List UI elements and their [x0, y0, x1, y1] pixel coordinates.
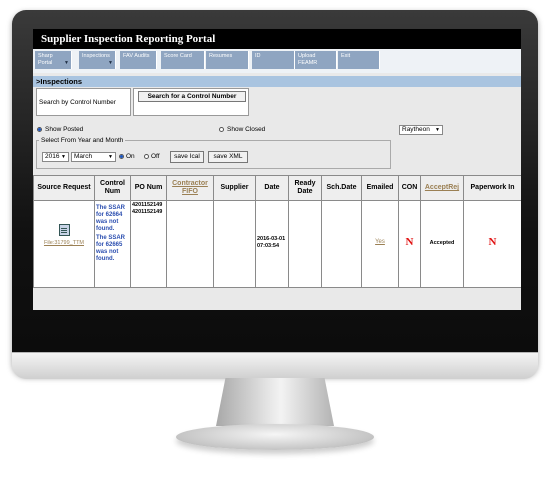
cell-control-num: The SSAR for 62664 was not found. The SS… — [94, 200, 131, 288]
cell-source-request: File:31799_TTM — [33, 200, 95, 288]
app-title: Supplier Inspection Reporting Portal — [41, 33, 216, 45]
cell-emailed: Yes — [361, 200, 399, 288]
col-control-num: Control Num — [94, 175, 131, 201]
col-source-request: Source Request — [33, 175, 95, 201]
off-radio[interactable] — [144, 154, 149, 159]
save-ical-button[interactable]: save Ical — [170, 151, 204, 163]
title-bar: Supplier Inspection Reporting Portal — [33, 29, 521, 49]
year-month-legend: Select From Year and Month — [39, 137, 126, 144]
search-label: Search by Control Number — [39, 99, 116, 106]
menu-bar: Sharp Portal ▼ Inspections ▼ FAV Audits … — [33, 49, 521, 73]
cell-date: 2016-03-01 07:03:54 — [255, 200, 289, 288]
menu-fav-audits[interactable]: FAV Audits — [120, 51, 157, 69]
cell-supplier — [213, 200, 256, 288]
cell-ready-date — [288, 200, 322, 288]
table-header-row: Source Request Control Num PO Num Contra… — [33, 175, 521, 201]
cell-po-num: 4201152149 4201152149 — [130, 200, 167, 288]
year-select[interactable]: 2016 ▼ — [42, 152, 69, 162]
con-status: N — [405, 236, 414, 248]
paperwork-status: N — [488, 236, 497, 248]
po-number: 4201152149 — [132, 202, 163, 208]
on-radio[interactable] — [119, 154, 124, 159]
on-label: On — [126, 153, 135, 160]
monitor-stand-base — [176, 424, 374, 450]
show-closed-label: Show Closed — [227, 126, 266, 133]
search-control-number-button[interactable]: Search for a Control Number — [138, 91, 246, 102]
col-supplier: Supplier — [213, 175, 256, 201]
col-emailed: Emailed — [361, 175, 399, 201]
screen: Supplier Inspection Reporting Portal Sha… — [33, 29, 521, 310]
menu-score-card[interactable]: Score Card — [161, 51, 205, 69]
emailed-yes-link[interactable]: Yes — [363, 239, 397, 245]
show-posted-radio[interactable] — [37, 127, 42, 132]
control-message: The SSAR for 62665 was not found. — [96, 235, 126, 262]
accept-status: Accepted — [429, 240, 455, 246]
monitor-stand-neck — [216, 378, 334, 426]
col-sch-date: Sch.Date — [321, 175, 362, 201]
menu-inspections[interactable]: Inspections ▼ — [79, 51, 116, 69]
month-select[interactable]: March ▼ — [71, 152, 116, 162]
col-po-num: PO Num — [130, 175, 167, 201]
col-date: Date — [255, 175, 289, 201]
control-message: The SSAR for 62664 was not found. — [96, 205, 126, 232]
menu-id[interactable]: ID — [252, 51, 295, 69]
chevron-down-icon: ▼ — [64, 60, 69, 66]
col-contractor-fifo[interactable]: Contractor FIFO — [166, 175, 214, 201]
off-label: Off — [151, 153, 160, 160]
search-control-number-input[interactable]: Search by Control Number — [36, 88, 131, 116]
customer-select[interactable]: Raytheon ▼ — [399, 125, 443, 135]
chevron-down-icon: ▼ — [61, 154, 66, 160]
save-xml-button[interactable]: save XML — [208, 151, 248, 163]
menu-exit[interactable]: Exit — [338, 51, 380, 69]
cell-contractor-fifo — [166, 200, 214, 288]
menu-resumes[interactable]: Resumes — [206, 51, 249, 69]
col-ready-date: Ready Date — [288, 175, 322, 201]
show-posted-label: Show Posted — [45, 126, 84, 133]
col-paperwork-in: Paperwork In — [463, 175, 521, 201]
show-closed-radio[interactable] — [219, 127, 224, 132]
chevron-down-icon: ▼ — [435, 127, 440, 133]
section-header: >Inspections — [33, 76, 521, 87]
col-accept-rej[interactable]: AcceptRej — [420, 175, 464, 201]
menu-sharp-portal[interactable]: Sharp Portal ▼ — [35, 51, 72, 69]
cell-con: N — [398, 200, 421, 288]
chevron-down-icon: ▼ — [108, 154, 113, 160]
table-row: File:31799_TTM The SSAR for 62664 was no… — [33, 200, 521, 288]
chevron-down-icon: ▼ — [108, 60, 113, 66]
inspections-table: Source Request Control Num PO Num Contra… — [33, 175, 521, 288]
document-icon[interactable] — [58, 224, 70, 236]
file-link[interactable]: File:31799_TTM — [35, 240, 93, 246]
cell-sch-date — [321, 200, 362, 288]
cell-paperwork-in: N — [463, 200, 521, 288]
col-con: CON — [398, 175, 421, 201]
inspection-date: 2016-03-01 07:03:54 — [257, 236, 286, 249]
menu-upload-feamr[interactable]: Upload FEAMR — [295, 51, 337, 69]
cell-accept-rej: Accepted — [420, 200, 464, 288]
po-number: 4201152149 — [132, 209, 163, 215]
monitor-chin — [12, 352, 538, 379]
